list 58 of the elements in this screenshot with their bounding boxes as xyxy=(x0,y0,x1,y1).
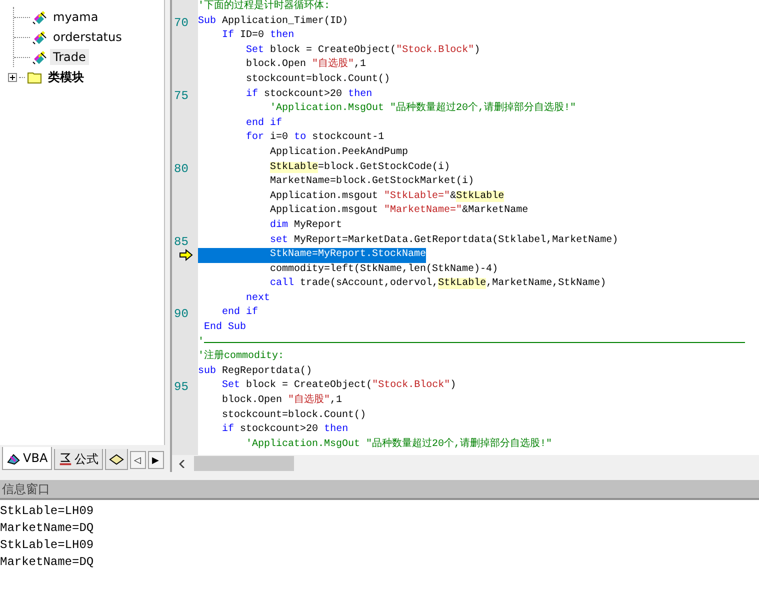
tree-item[interactable]: Trade xyxy=(50,49,89,65)
code-line: stockcount=block.Count() xyxy=(245,72,390,87)
tree-item[interactable]: orderstatus xyxy=(50,29,125,45)
code-line: '下面的过程是计时器循环体: xyxy=(198,0,330,14)
line-number: 80 xyxy=(173,162,188,176)
formula-icon xyxy=(58,452,73,466)
code-line: next xyxy=(245,292,270,306)
code-line: StkLable=block.GetStockCode(i) xyxy=(269,160,450,175)
scroll-right-button[interactable]: ▶ xyxy=(148,451,164,469)
scroll-left-icon[interactable] xyxy=(178,460,186,468)
module-icon xyxy=(32,49,48,65)
code-line: stockcount=block.Count() xyxy=(221,408,366,423)
module-icon xyxy=(32,9,48,25)
code-line: End Sub xyxy=(203,321,246,336)
code-line: If ID=0 then xyxy=(221,29,294,44)
code-line: call trade(sAccount,odervol,StkLable,MarketName,StkName) xyxy=(269,277,606,292)
expand-icon[interactable] xyxy=(8,72,17,82)
panel-tab[interactable]: VBA xyxy=(2,447,52,470)
tree-item[interactable]: 类模块 xyxy=(45,68,87,86)
code-line: Set block = CreateObject("Stock.Block") xyxy=(245,44,480,58)
arrow-icon xyxy=(179,249,193,262)
output-line: MarketName=DQ xyxy=(0,554,94,571)
code-line: commodity=left(StkName,len(StkName)-4) xyxy=(269,262,498,277)
panel-tab[interactable] xyxy=(104,449,128,470)
code-line: Set block = CreateObject("Stock.Block") xyxy=(221,379,456,394)
code-line: 'Application.MsgOut "品种数量超过20个,请删掉部分自选股!" xyxy=(245,438,552,452)
scroll-left-button[interactable]: ◁ xyxy=(130,451,146,469)
output-line: StkLable=LH09 xyxy=(0,537,94,554)
code-line: Application.PeekAndPump xyxy=(269,146,408,160)
code-line: if stockcount>20 then xyxy=(221,423,348,438)
code-line: 'Application.MsgOut "品种数量超过20个,请删掉部分自选股!" xyxy=(269,102,576,116)
code-line: Application.msgout "MarketName="&MarketName xyxy=(269,204,528,218)
code-line: if stockcount>20 then xyxy=(245,88,372,102)
panel-header: 信息窗口 xyxy=(0,480,759,500)
code-line: end if xyxy=(245,116,282,131)
line-number: 90 xyxy=(173,307,188,322)
panel-tab[interactable]: 公式 xyxy=(54,449,103,470)
line-number: 95 xyxy=(173,380,188,394)
line-number: 75 xyxy=(173,88,188,103)
code-line: sub RegReportdata() xyxy=(198,364,312,379)
folder-icon xyxy=(27,70,43,84)
output-line: StkLable=LH09 xyxy=(0,503,94,520)
code-line: '注册commodity: xyxy=(198,350,284,364)
module-icon xyxy=(32,29,48,45)
code-line: MarketName=block.GetStockMarket(i) xyxy=(269,175,474,190)
code-line: Sub Application_Timer(ID) xyxy=(198,14,348,29)
code-line: for i=0 to stockcount-1 xyxy=(245,131,384,146)
line-number: 70 xyxy=(173,16,188,30)
line-number: 85 xyxy=(173,234,188,248)
code-line: dim MyReport xyxy=(269,218,342,233)
code-line: end if xyxy=(221,306,258,320)
code-line: set MyReport=MarketData.GetReportdata(Stklabel,MarketName) xyxy=(269,234,618,248)
code-line: block.Open "自选股",1 xyxy=(245,58,366,72)
code-line: Application.msgout "StkLable="&StkLable xyxy=(269,190,504,204)
output-line: MarketName=DQ xyxy=(0,520,94,537)
code-line: ' xyxy=(198,336,204,350)
code-line: block.Open "自选股",1 xyxy=(221,394,342,408)
tree-item[interactable]: myama xyxy=(50,9,102,25)
